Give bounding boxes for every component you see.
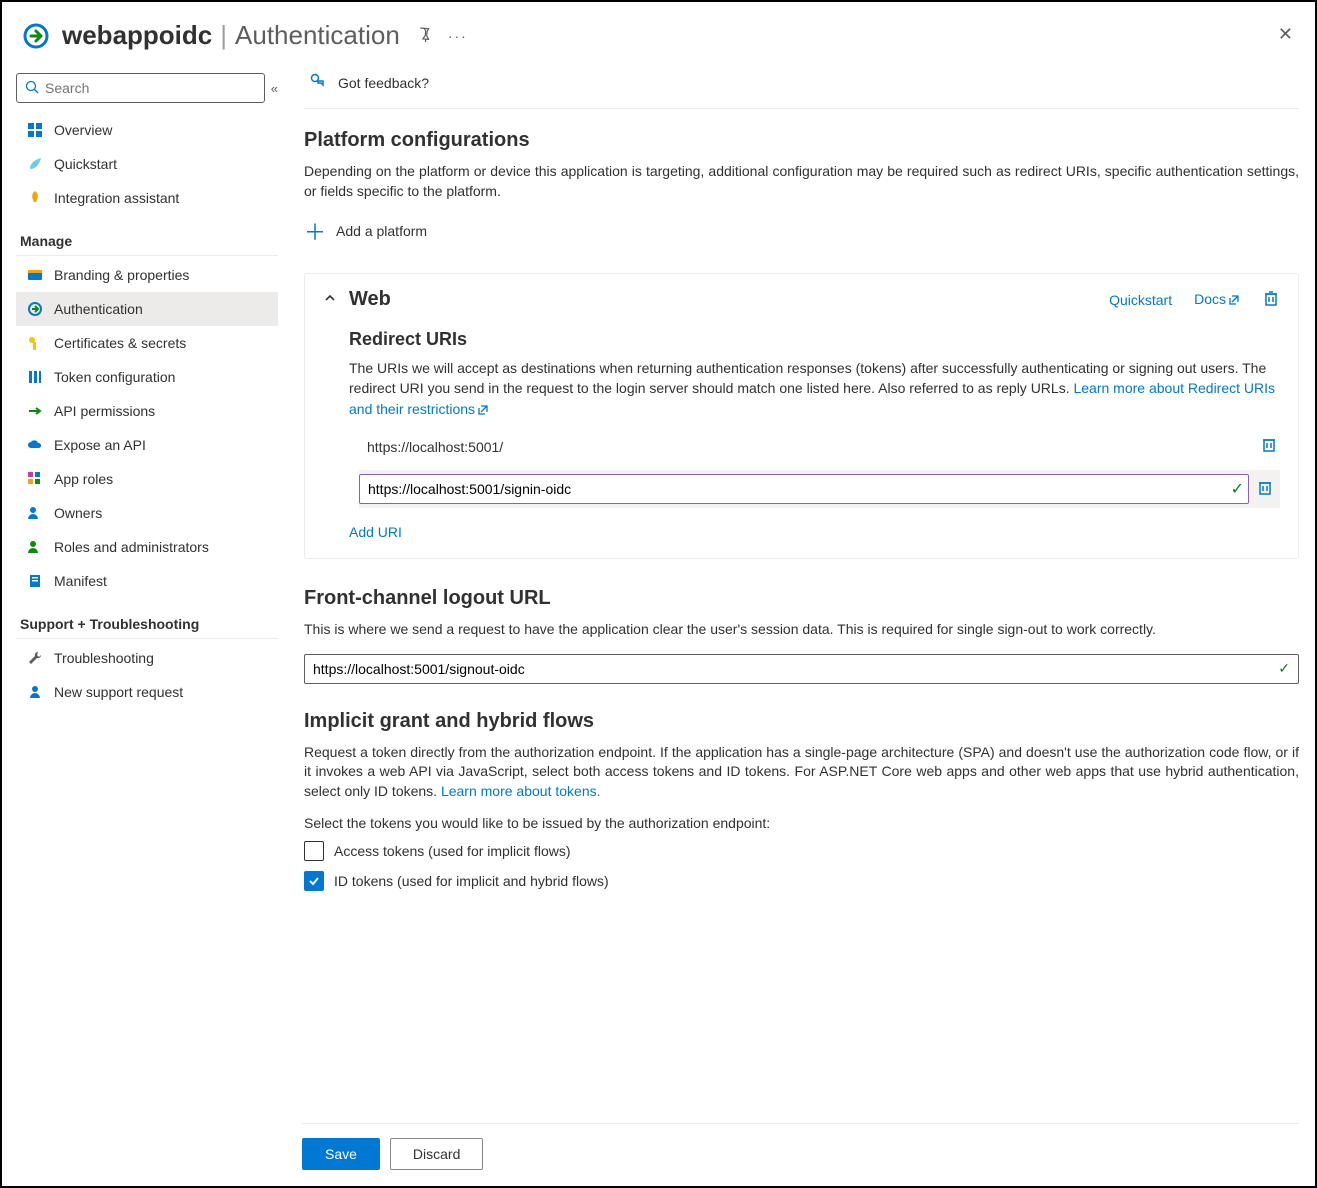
checkmark-icon: ✓ <box>1231 479 1244 499</box>
sidebar-item-label: Overview <box>54 122 112 138</box>
logout-url-input[interactable] <box>313 661 1278 677</box>
implicit-select-label: Select the tokens you would like to be i… <box>304 815 1299 831</box>
sidebar-item-api-permissions[interactable]: API permissions <box>16 394 278 428</box>
redirect-uri-row: https://localhost:5001/ <box>359 435 1280 458</box>
implicit-title: Implicit grant and hybrid flows <box>304 710 1299 733</box>
main-content: Got feedback? Platform configurations De… <box>288 61 1315 1185</box>
sidebar-item-branding[interactable]: Branding & properties <box>16 258 278 292</box>
checkbox-access-tokens[interactable] <box>304 841 324 861</box>
checkbox-id-tokens[interactable] <box>304 871 324 891</box>
implicit-learn-more-link[interactable]: Learn more about tokens. <box>441 783 601 799</box>
delete-uri-icon[interactable] <box>1254 478 1276 501</box>
redirect-uri-text: https://localhost:5001/ <box>359 439 1248 455</box>
pin-icon[interactable] <box>416 26 432 45</box>
search-input-wrap[interactable] <box>16 73 265 103</box>
delete-platform-icon[interactable] <box>1262 289 1280 310</box>
auth-icon <box>26 300 44 318</box>
sidebar-item-new-support[interactable]: New support request <box>16 675 278 709</box>
web-platform-card: Web Quickstart Docs Redirect URIs The UR… <box>304 273 1299 559</box>
quickstart-link[interactable]: Quickstart <box>1109 292 1172 308</box>
section-desc-platform: Depending on the platform or device this… <box>304 162 1299 201</box>
app-name: webappoidc <box>62 20 212 51</box>
key-icon <box>26 334 44 352</box>
app-logo-icon <box>22 22 50 50</box>
sidebar-item-quickstart[interactable]: Quickstart <box>16 147 278 181</box>
more-icon[interactable]: ··· <box>448 28 468 44</box>
support-icon <box>26 683 44 701</box>
delete-uri-icon[interactable] <box>1258 435 1280 458</box>
sidebar-item-token-config[interactable]: Token configuration <box>16 360 278 394</box>
sidebar-item-certificates[interactable]: Certificates & secrets <box>16 326 278 360</box>
sidebar-item-label: Quickstart <box>54 156 117 172</box>
page-name: Authentication <box>235 20 400 51</box>
docs-link[interactable]: Docs <box>1194 291 1240 309</box>
plus-icon: ＋ <box>304 215 326 247</box>
roles-icon <box>26 538 44 556</box>
redirect-uri-editing-row: ✓ <box>359 470 1280 508</box>
implicit-desc: Request a token directly from the author… <box>304 743 1299 802</box>
feedback-button[interactable]: Got feedback? <box>304 61 1299 109</box>
quickstart-icon <box>26 155 44 173</box>
external-link-icon <box>1228 293 1240 309</box>
redirect-title: Redirect URIs <box>349 329 1280 350</box>
footer-actions: Save Discard <box>302 1123 1299 1186</box>
sidebar-item-expose-api[interactable]: Expose an API <box>16 428 278 462</box>
sidebar: « Overview Quickstart Integration assist… <box>2 61 288 1185</box>
feedback-icon <box>308 71 328 94</box>
api-perm-icon <box>26 402 44 420</box>
add-uri-button[interactable]: Add URI <box>349 524 1280 540</box>
logout-desc: This is where we send a request to have … <box>304 620 1299 640</box>
collapse-sidebar-icon[interactable]: « <box>271 81 278 96</box>
manifest-icon <box>26 572 44 590</box>
group-support: Support + Troubleshooting <box>16 608 278 639</box>
discard-button[interactable]: Discard <box>390 1138 483 1170</box>
sidebar-item-troubleshooting[interactable]: Troubleshooting <box>16 641 278 675</box>
header: webappoidc | Authentication ··· ✕ <box>2 2 1315 61</box>
sidebar-item-manifest[interactable]: Manifest <box>16 564 278 598</box>
checkbox-row-access-tokens[interactable]: Access tokens (used for implicit flows) <box>304 841 1299 861</box>
add-platform-button[interactable]: ＋ Add a platform <box>304 215 1299 247</box>
branding-icon <box>26 266 44 284</box>
token-icon <box>26 368 44 386</box>
cloud-icon <box>26 436 44 454</box>
sidebar-item-app-roles[interactable]: App roles <box>16 462 278 496</box>
sidebar-item-overview[interactable]: Overview <box>16 113 278 147</box>
page-title: webappoidc | Authentication <box>62 20 400 51</box>
sidebar-item-label: Integration assistant <box>54 190 179 206</box>
close-icon[interactable]: ✕ <box>1278 24 1293 45</box>
checkmark-icon: ✓ <box>1278 660 1290 677</box>
overview-icon <box>26 121 44 139</box>
owners-icon <box>26 504 44 522</box>
platform-title: Web <box>349 288 1109 311</box>
checkbox-row-id-tokens[interactable]: ID tokens (used for implicit and hybrid … <box>304 871 1299 891</box>
search-input[interactable] <box>45 80 256 96</box>
logout-url-input-wrap[interactable]: ✓ <box>304 654 1299 684</box>
external-link-icon <box>477 401 489 421</box>
group-manage: Manage <box>16 225 278 256</box>
save-button[interactable]: Save <box>302 1138 380 1170</box>
rocket-icon <box>26 189 44 207</box>
sidebar-item-roles-admins[interactable]: Roles and administrators <box>16 530 278 564</box>
sidebar-item-owners[interactable]: Owners <box>16 496 278 530</box>
approles-icon <box>26 470 44 488</box>
wrench-icon <box>26 649 44 667</box>
redirect-desc: The URIs we will accept as destinations … <box>349 358 1280 421</box>
sidebar-item-integration[interactable]: Integration assistant <box>16 181 278 215</box>
logout-title: Front-channel logout URL <box>304 587 1299 610</box>
chevron-up-icon[interactable] <box>323 291 337 308</box>
redirect-uri-input[interactable] <box>359 474 1249 504</box>
sidebar-item-authentication[interactable]: Authentication <box>16 292 278 326</box>
section-title-platform: Platform configurations <box>304 129 1299 152</box>
search-icon <box>25 80 39 97</box>
